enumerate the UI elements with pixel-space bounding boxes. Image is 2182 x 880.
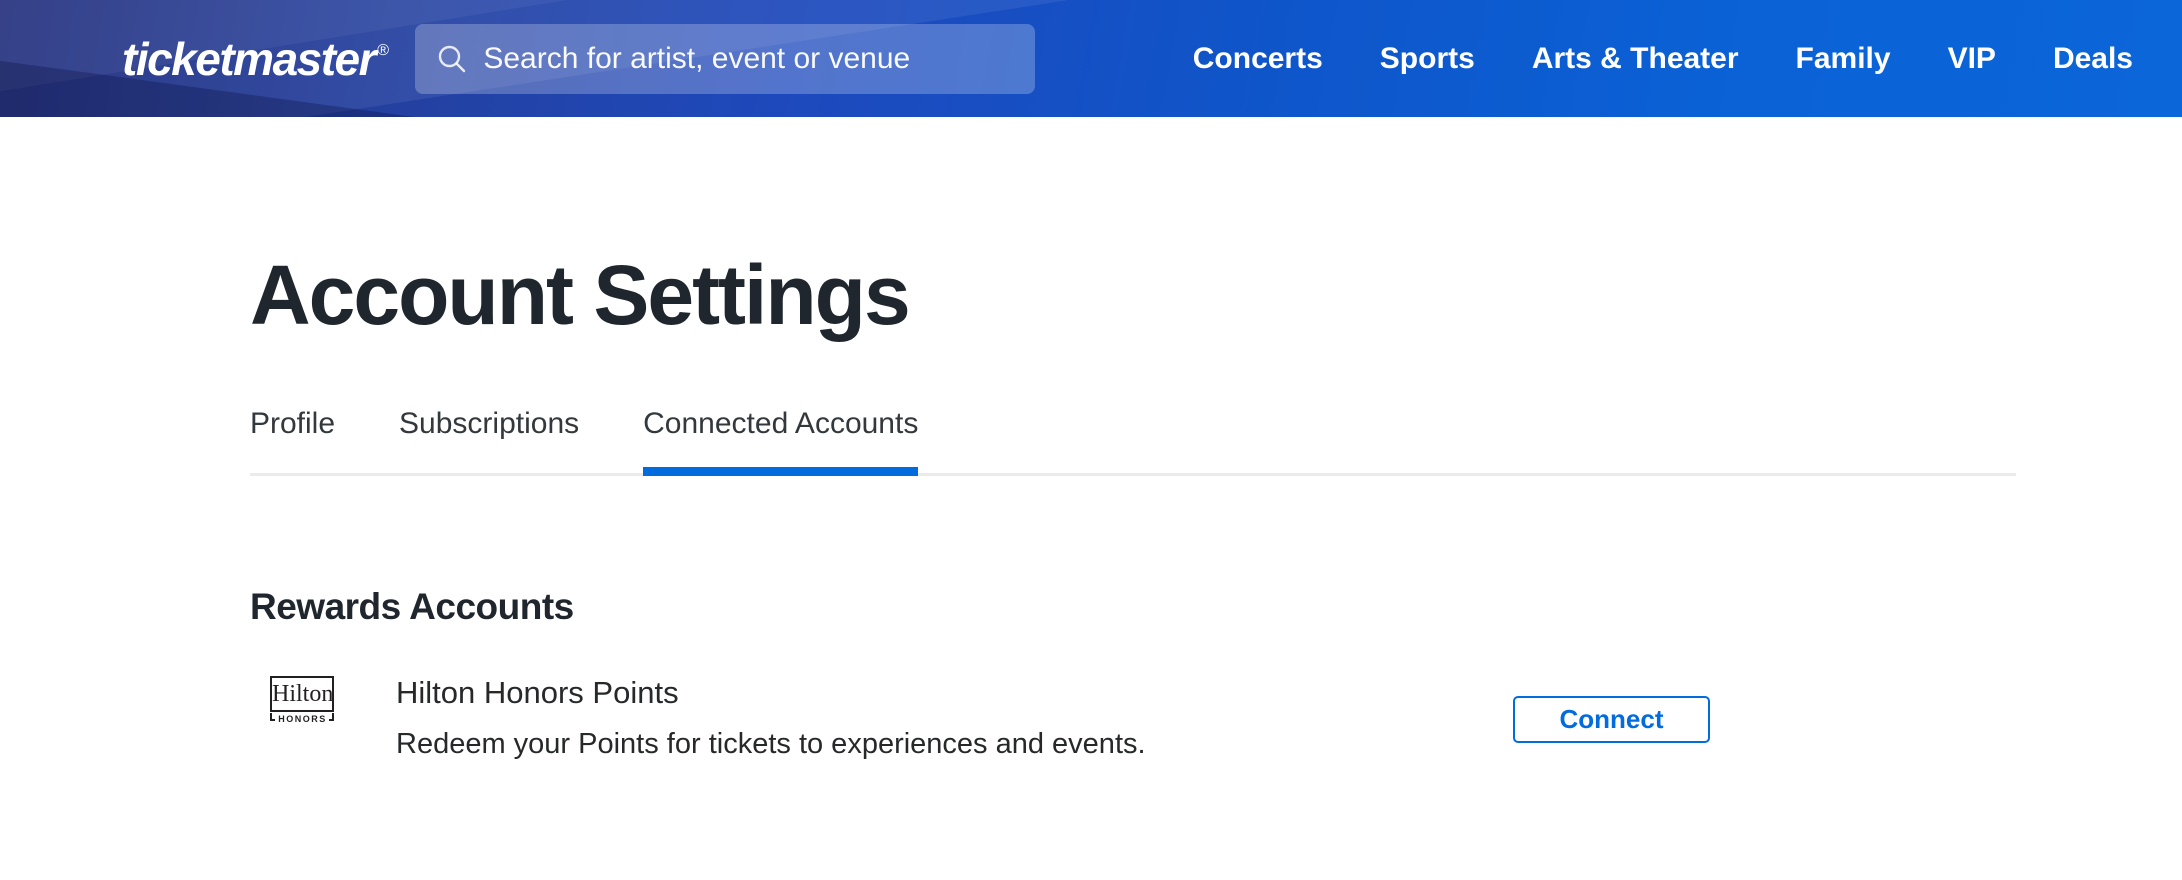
hilton-logo-subtext: HONORS	[270, 713, 334, 724]
registered-mark: ®	[377, 41, 389, 59]
main-content: Account Settings Profile Subscriptions C…	[0, 253, 2182, 762]
primary-nav: Concerts Sports Arts & Theater Family VI…	[1193, 42, 2133, 76]
nav-item-arts-theater[interactable]: Arts & Theater	[1532, 42, 1739, 76]
nav-item-vip[interactable]: VIP	[1948, 42, 1996, 76]
nav-item-sports[interactable]: Sports	[1380, 42, 1475, 76]
tab-connected-accounts[interactable]: Connected Accounts	[643, 407, 919, 476]
nav-item-concerts[interactable]: Concerts	[1193, 42, 1323, 76]
page-title: Account Settings	[250, 248, 911, 342]
search-box[interactable]	[415, 23, 1036, 94]
search-input[interactable]	[483, 41, 1014, 76]
nav-item-family[interactable]: Family	[1796, 42, 1891, 76]
ticketmaster-logo[interactable]: ticketmaster ®	[122, 32, 389, 86]
search-icon	[439, 45, 466, 72]
nav-item-deals[interactable]: Deals	[2053, 42, 2133, 76]
logo-wordmark: ticketmaster	[122, 32, 377, 85]
tab-subscriptions[interactable]: Subscriptions	[399, 407, 579, 473]
hilton-honors-logo: Hilton HONORS	[270, 676, 334, 724]
reward-row-hilton: Hilton HONORS Hilton Honors Points Redee…	[250, 672, 1710, 762]
connect-button[interactable]: Connect	[1513, 696, 1710, 744]
top-nav-bar: ticketmaster® Concerts Sports Arts & The…	[0, 0, 2182, 117]
tab-profile[interactable]: Profile	[250, 407, 335, 473]
hilton-logo-wordmark: Hilton	[270, 676, 334, 713]
reward-description: Redeem your Points for tickets to experi…	[396, 728, 1146, 761]
rewards-accounts-heading: Rewards Accounts	[250, 586, 574, 627]
reward-text-block: Hilton Honors Points Redeem your Points …	[396, 672, 1146, 762]
reward-title: Hilton Honors Points	[396, 675, 679, 710]
hilton-logo-bracket-right	[328, 713, 334, 722]
tab-bar: Profile Subscriptions Connected Accounts	[250, 407, 2016, 476]
